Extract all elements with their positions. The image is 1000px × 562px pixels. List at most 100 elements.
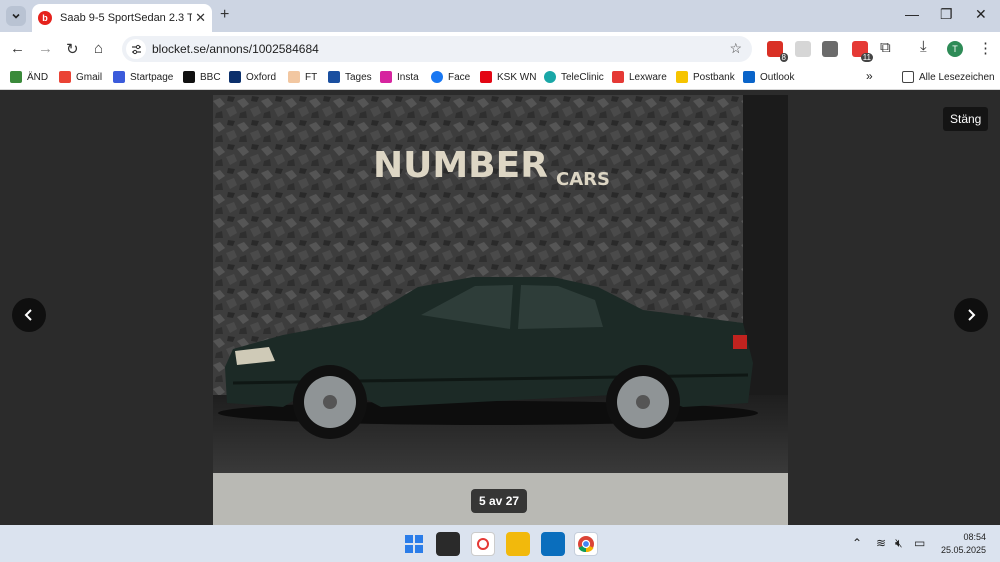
ft-icon xyxy=(288,71,300,83)
bookmarks-more-button[interactable]: » xyxy=(866,69,873,83)
bookmark-label: FT xyxy=(305,71,318,83)
listing-photo: NUMBER CARS xyxy=(213,95,788,525)
extensions-puzzle-icon[interactable]: ⧉ xyxy=(880,39,891,56)
chrome-icon[interactable] xyxy=(574,532,598,556)
chevron-down-icon xyxy=(12,13,20,19)
bookmark-item[interactable]: Startpage xyxy=(113,71,173,83)
bookmark-label: Startpage xyxy=(130,71,174,83)
bookmark-item[interactable]: Insta xyxy=(380,71,419,83)
wall-logo: NUMBER xyxy=(373,145,548,186)
bookmark-label: Lexware xyxy=(629,71,667,83)
blocket-favicon-icon: b xyxy=(38,11,52,25)
bbc-icon xyxy=(183,71,195,83)
bookmark-label: ÄND xyxy=(27,71,49,83)
lexware-icon xyxy=(612,71,624,83)
bookmark-item[interactable]: Face xyxy=(431,71,470,83)
sparkasse-icon xyxy=(480,71,492,83)
bookmark-label: Insta xyxy=(397,71,419,83)
image-counter: 5 av 27 xyxy=(471,489,528,513)
tab-title: Saab 9-5 SportSedan 2.3 T säljes xyxy=(60,12,192,24)
restore-icon[interactable]: ❐ xyxy=(940,6,953,23)
folder-icon xyxy=(902,71,914,83)
gmail-icon xyxy=(59,71,71,83)
bookmark-label: BBC xyxy=(200,71,221,83)
minimize-icon[interactable]: — xyxy=(905,6,919,22)
volume-muted-icon[interactable]: 🔇︎ xyxy=(895,536,903,551)
bookmark-label: Gmail xyxy=(76,71,103,83)
oxford-icon xyxy=(229,71,241,83)
download-icon[interactable]: ⤓ xyxy=(920,38,927,55)
battery-icon[interactable]: ▭ xyxy=(914,536,925,550)
bookmark-item[interactable]: Tages xyxy=(328,71,372,83)
close-viewer-button[interactable]: Stäng xyxy=(943,107,989,131)
home-icon[interactable]: ⌂ xyxy=(94,40,103,57)
bookmarks-bar: ÄND Gmail Startpage BBC Oxford FT Tages … xyxy=(0,66,1000,90)
bookmark-label: Outlook xyxy=(760,71,795,83)
bookmark-label: Face xyxy=(448,71,471,83)
new-tab-button[interactable]: + xyxy=(220,6,229,24)
ext-puzzle-dark-icon[interactable] xyxy=(822,41,838,57)
all-bookmarks-label: Alle Lesezeichen xyxy=(919,71,995,83)
tab-close-icon[interactable]: ✕ xyxy=(195,10,206,26)
taskbar: ⌃ ≋ 🔇︎ ▭ 08:54 25.05.2025 xyxy=(0,525,1000,562)
bookmark-item[interactable]: Lexware xyxy=(612,71,667,83)
clock-time: 08:54 xyxy=(963,532,986,542)
browser-toolbar: ← → ↻ ⌂ blocket.se/annons/1002584684 ☆ 8… xyxy=(0,32,1000,66)
site-info-icon[interactable] xyxy=(126,39,146,59)
ext-red-square-icon[interactable]: 11 xyxy=(852,41,873,62)
all-bookmarks-folder[interactable]: Alle Lesezeichen xyxy=(902,71,995,83)
chevron-right-icon xyxy=(968,309,976,321)
car-photo: NUMBER CARS xyxy=(213,95,788,525)
bookmark-item[interactable]: Postbank xyxy=(676,71,735,83)
url-text: blocket.se/annons/1002584684 xyxy=(152,42,319,56)
window-close-icon[interactable]: ✕ xyxy=(975,6,987,23)
bookmark-label: Tages xyxy=(345,71,372,83)
next-image-button[interactable] xyxy=(954,298,988,332)
bookmark-star-icon[interactable]: ☆ xyxy=(729,40,742,57)
tab-active[interactable]: b Saab 9-5 SportSedan 2.3 T säljes ✕ xyxy=(32,4,212,32)
system-clock[interactable]: 08:54 25.05.2025 xyxy=(941,531,986,557)
bookmark-item[interactable]: Oxford xyxy=(229,71,276,83)
bookmark-favicon-icon xyxy=(10,71,22,83)
profile-avatar[interactable]: T xyxy=(947,41,963,57)
bookmark-item[interactable]: ÄND xyxy=(10,71,48,83)
instagram-icon xyxy=(380,71,392,83)
file-explorer-icon[interactable] xyxy=(506,532,530,556)
bookmark-label: TeleClinic xyxy=(561,71,604,83)
tages-icon xyxy=(328,71,340,83)
facebook-icon xyxy=(431,71,443,83)
image-viewer: NUMBER CARS Stäng 5 av 27 xyxy=(0,95,1000,525)
bookmark-item[interactable]: Gmail xyxy=(59,71,102,83)
windows-start-icon[interactable] xyxy=(402,532,426,556)
ext-red-icon[interactable]: 8 xyxy=(767,41,788,62)
bookmark-item[interactable]: Outlook xyxy=(743,71,794,83)
outlook-icon xyxy=(743,71,755,83)
menu-kebab-icon[interactable]: ⋮ xyxy=(978,39,993,57)
tab-search-button[interactable] xyxy=(6,6,26,26)
bookmark-item[interactable]: KSK WN xyxy=(480,71,536,83)
ext-badge: 11 xyxy=(860,53,873,62)
ext-badge: 8 xyxy=(779,53,788,62)
ext-grey-icon[interactable] xyxy=(795,41,811,57)
previous-image-button[interactable] xyxy=(12,298,46,332)
wall-logo-sub: CARS xyxy=(556,169,610,190)
bookmark-item[interactable]: BBC xyxy=(183,71,221,83)
bookmark-label: Oxford xyxy=(246,71,277,83)
wifi-icon[interactable]: ≋ xyxy=(876,536,886,550)
bookmark-item[interactable]: FT xyxy=(288,71,317,83)
teleclinic-icon xyxy=(544,71,556,83)
reload-icon[interactable]: ↻ xyxy=(66,40,79,58)
clock-date: 25.05.2025 xyxy=(940,545,986,555)
forward-icon[interactable]: → xyxy=(38,40,53,57)
startpage-icon xyxy=(113,71,125,83)
store-icon[interactable] xyxy=(541,532,565,556)
postbank-icon xyxy=(676,71,688,83)
red-app-icon[interactable] xyxy=(471,532,495,556)
back-icon[interactable]: ← xyxy=(10,40,25,57)
chevron-left-icon xyxy=(24,309,32,321)
address-bar[interactable]: blocket.se/annons/1002584684 ☆ xyxy=(122,36,752,62)
tray-chevron-up-icon[interactable]: ⌃ xyxy=(852,536,862,550)
bookmark-item[interactable]: TeleClinic xyxy=(544,71,604,83)
task-view-icon[interactable] xyxy=(436,532,460,556)
tab-strip: b Saab 9-5 SportSedan 2.3 T säljes ✕ + —… xyxy=(0,0,1000,32)
